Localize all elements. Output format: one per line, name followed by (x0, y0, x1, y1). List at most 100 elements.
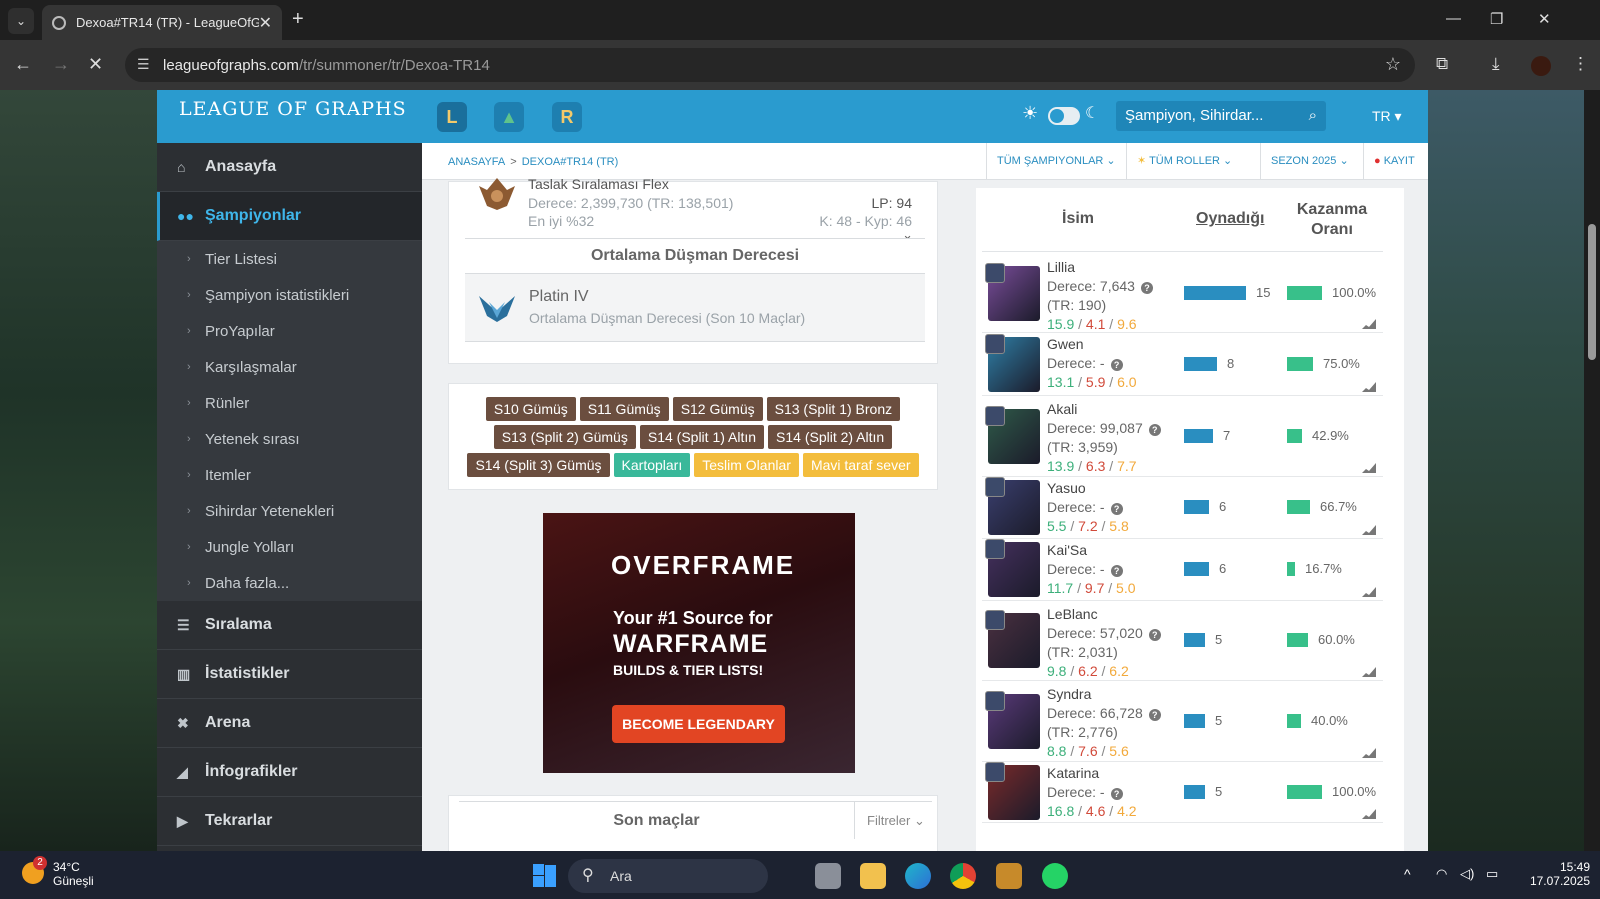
table-row[interactable]: LeBlanc Derece: 57,020? (TR: 2,031) 9.8 / 6… (982, 601, 1383, 681)
battery-icon[interactable]: ▭ (1486, 866, 1498, 882)
whatsapp-icon[interactable] (1042, 863, 1068, 889)
task-view-icon[interactable] (815, 863, 841, 889)
badge[interactable]: S13 (Split 1) Bronz (766, 397, 901, 421)
table-row[interactable]: Katarina Derece: -? 16.8 / 4.6 / 4.2 5 100.0… (982, 762, 1383, 823)
champion-name[interactable]: LeBlanc (1047, 606, 1098, 622)
lol-game-icon[interactable]: L (437, 102, 467, 132)
breadcrumb-home-link[interactable]: ANASAYFA (448, 156, 505, 168)
sidebar-item-arena[interactable]: ✖ Arena (157, 699, 422, 748)
bookmark-star-icon[interactable]: ☆ (1385, 54, 1401, 75)
address-bar[interactable]: ☰ leagueofgraphs.com/tr/summoner/tr/Dexo… (125, 48, 1415, 82)
tab-list-button[interactable]: ⌄ (8, 8, 34, 34)
runeterra-game-icon[interactable]: R (552, 102, 582, 132)
sidebar-subitem-items[interactable]: › Itemler (157, 457, 422, 493)
wifi-icon[interactable]: ◠ (1436, 866, 1447, 882)
sidebar-item-replays[interactable]: ▶ Tekrarlar (157, 797, 422, 846)
sidebar-subitem-summoner-spells[interactable]: › Sihirdar Yetenekleri (157, 493, 422, 529)
badge[interactable]: S14 (Split 1) Altın (639, 425, 765, 449)
restore-button[interactable]: ❐ (1490, 10, 1503, 28)
season-filter[interactable]: SEZON 2025 ⌄ (1260, 143, 1359, 180)
weather-widget[interactable]: 34°C Güneşli (53, 860, 94, 888)
champion-name[interactable]: Akali (1047, 401, 1077, 417)
sidebar-subitem-jungle-paths[interactable]: › Jungle Yolları (157, 529, 422, 565)
badge[interactable]: S12 Gümüş (672, 397, 763, 421)
browser-menu-icon[interactable]: ⋮ (1572, 54, 1589, 74)
tray-overflow-icon[interactable]: ^ (1404, 866, 1411, 882)
champion-name[interactable]: Syndra (1047, 686, 1091, 702)
help-icon[interactable]: ? (1110, 359, 1123, 371)
new-tab-button[interactable]: + (292, 8, 304, 31)
site-info-icon[interactable]: ☰ (137, 56, 150, 73)
mini-graph-icon[interactable] (1362, 587, 1376, 597)
profile-avatar[interactable] (1531, 56, 1551, 76)
taskbar-search[interactable]: ⚲ Ara (568, 859, 768, 893)
sidebar-subitem-runes[interactable]: › Rünler (157, 385, 422, 421)
mini-graph-icon[interactable] (1362, 382, 1376, 392)
advertisement-banner[interactable]: OVERFRAME Your #1 Source for WARFRAME BU… (543, 513, 855, 773)
table-row[interactable]: Yasuo Derece: -? 5.5 / 7.2 / 5.8 6 66.7% (982, 477, 1383, 539)
col-name-header[interactable]: İsim (1062, 210, 1094, 228)
volume-icon[interactable]: ◁) (1460, 866, 1474, 882)
browser-tab[interactable]: Dexoa#TR14 (TR) - LeagueOfGr ✕ (42, 5, 282, 40)
badge[interactable]: S11 Gümüş (579, 397, 669, 421)
table-row[interactable]: Lillia Derece: 7,643? (TR: 190) 15.9 / 4.1 … (982, 254, 1383, 333)
champion-name[interactable]: Kai'Sa (1047, 542, 1087, 558)
minimize-button[interactable]: — (1446, 10, 1461, 27)
league-client-icon[interactable] (996, 863, 1022, 889)
mini-graph-icon[interactable] (1362, 748, 1376, 758)
champion-name[interactable]: Gwen (1047, 336, 1084, 352)
help-icon[interactable]: ? (1148, 424, 1161, 436)
sidebar-subitem-more[interactable]: › Daha fazla... (157, 565, 422, 601)
site-logo[interactable]: LEAGUE OF GRAPHS (157, 90, 422, 143)
mini-graph-icon[interactable] (1362, 525, 1376, 535)
badge[interactable]: S14 (Split 3) Gümüş (467, 453, 610, 477)
help-icon[interactable]: ? (1110, 565, 1123, 577)
stop-loading-button[interactable]: ✕ (88, 54, 103, 75)
help-icon[interactable]: ? (1148, 709, 1161, 721)
champion-name[interactable]: Katarina (1047, 765, 1099, 781)
breadcrumb-current[interactable]: DEXOA#TR14 (TR) (522, 156, 619, 168)
language-select[interactable]: TR ▾ (1372, 108, 1402, 125)
back-button[interactable]: ← (14, 54, 32, 75)
help-icon[interactable]: ? (1110, 788, 1123, 800)
sidebar-subitem-champion-stats[interactable]: › Şampiyon istatistikleri (157, 277, 422, 313)
help-icon[interactable]: ? (1140, 282, 1153, 294)
col-winrate-header[interactable]: Kazanma Oranı (1292, 200, 1372, 240)
mini-graph-icon[interactable] (1362, 463, 1376, 473)
dark-mode-toggle[interactable] (1048, 107, 1080, 125)
window-close-button[interactable]: ✕ (1538, 10, 1551, 28)
search-icon[interactable]: ⌕ (1309, 101, 1317, 131)
file-explorer-icon[interactable] (860, 863, 886, 889)
record-button[interactable]: ● KAYIT (1363, 143, 1425, 180)
table-row[interactable]: Gwen Derece: -? 13.1 / 5.9 / 6.0 8 75.0% (982, 333, 1383, 396)
ad-cta-button[interactable]: BECOME LEGENDARY (612, 705, 785, 743)
mini-graph-icon[interactable] (1362, 809, 1376, 819)
sidebar-subitem-tier-list[interactable]: › Tier Listesi (157, 241, 422, 277)
windows-start-icon[interactable] (533, 864, 557, 888)
roles-filter[interactable]: ✶ TÜM ROLLER ⌄ (1126, 143, 1242, 180)
tft-game-icon[interactable]: ▲ (494, 102, 524, 132)
scrollbar-thumb[interactable] (1588, 224, 1596, 360)
champion-name[interactable]: Yasuo (1047, 480, 1086, 496)
sidebar-item-stats[interactable]: ▥ İstatistikler (157, 650, 422, 699)
badge[interactable]: Mavi taraf sever (802, 453, 919, 477)
sidebar-subitem-skill-order[interactable]: › Yetenek sırası (157, 421, 422, 457)
table-row[interactable]: Akali Derece: 99,087? (TR: 3,959) 13.9 / 6.… (982, 396, 1383, 477)
champions-filter[interactable]: TÜM ŞAMPIYONLAR ⌄ (986, 143, 1126, 180)
sidebar-item-champions[interactable]: ●● Şampiyonlar (157, 192, 422, 241)
site-search-input[interactable]: Şampiyon, Sihirdar... ⌕ (1116, 101, 1326, 131)
badge[interactable]: S14 (Split 2) Altın (768, 425, 893, 449)
badge[interactable]: S10 Gümüş (485, 397, 576, 421)
extensions-icon[interactable]: ⧉ (1436, 54, 1448, 74)
sidebar-subitem-matchups[interactable]: › Karşılaşmalar (157, 349, 422, 385)
table-row[interactable]: Syndra Derece: 66,728? (TR: 2,776) 8.8 / 7.… (982, 681, 1383, 762)
table-row[interactable]: Kai'Sa Derece: -? 11.7 / 9.7 / 5.0 6 16.7% (982, 539, 1383, 601)
sidebar-item-infographics[interactable]: ◢ İnfografikler (157, 748, 422, 797)
col-played-header[interactable]: Oynadığı (1196, 210, 1264, 228)
edge-browser-icon[interactable] (905, 863, 931, 889)
badge[interactable]: S13 (Split 2) Gümüş (493, 425, 636, 449)
sidebar-item-home[interactable]: ⌂ Anasayfa (157, 143, 422, 192)
system-clock[interactable]: 15:49 17.07.2025 (1520, 860, 1590, 888)
sidebar-item-ranking[interactable]: ☰ Sıralama (157, 601, 422, 650)
mini-graph-icon[interactable] (1362, 667, 1376, 677)
